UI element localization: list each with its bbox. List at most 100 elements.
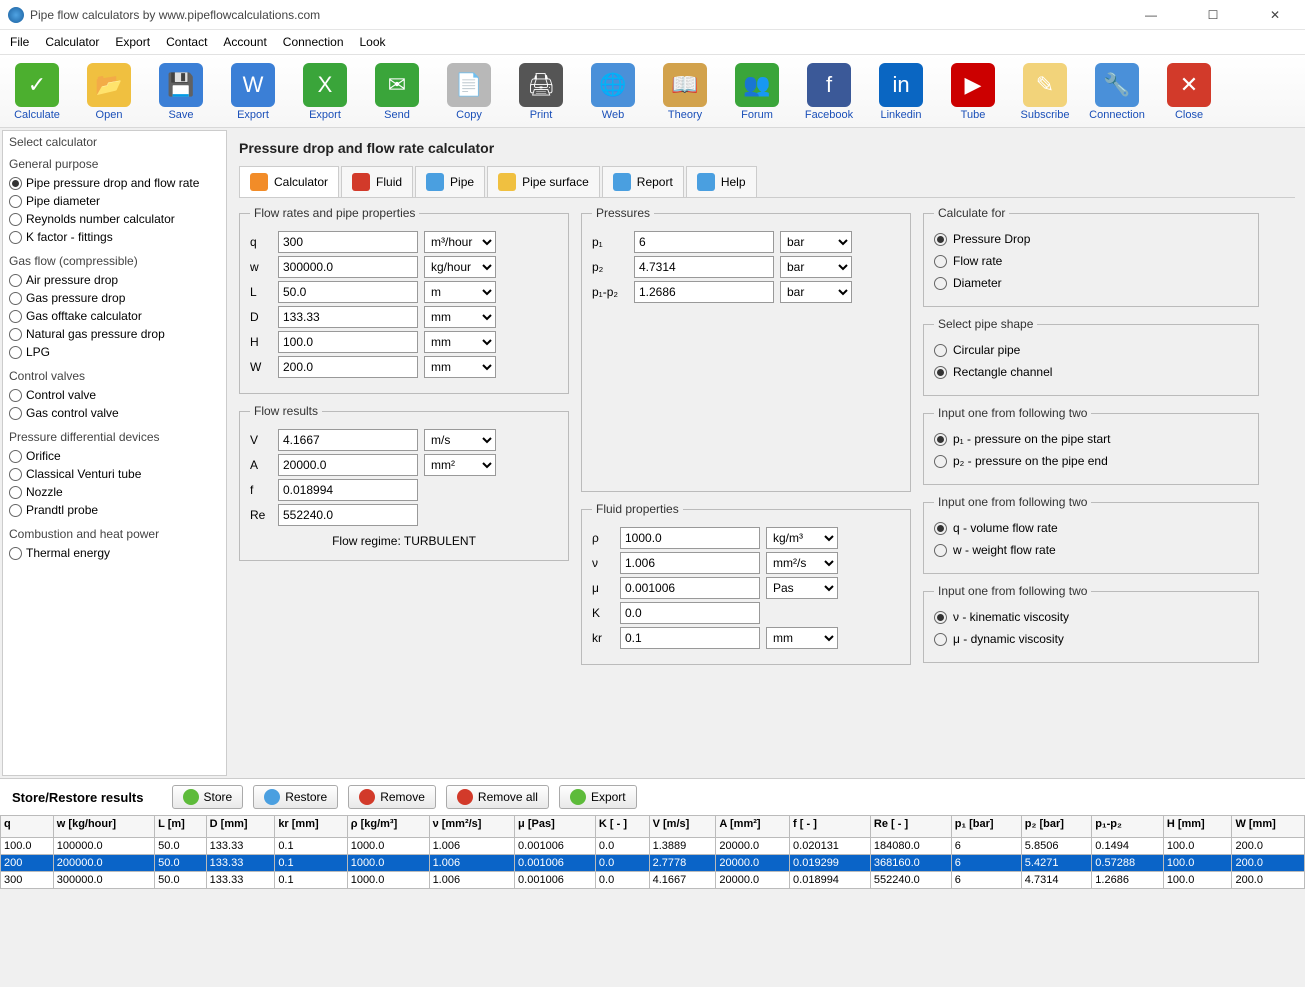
col-header[interactable]: Re [ - ] [870,816,951,838]
option[interactable]: Diameter [934,272,1248,294]
col-header[interactable]: p₁-p₂ [1092,816,1164,838]
menu-item-export[interactable]: Export [109,32,156,52]
K-input[interactable] [620,602,760,624]
table-row[interactable]: 100.0100000.050.0133.330.11000.01.0060.0… [1,838,1305,855]
tool-export[interactable]: XExport [296,63,354,121]
tab-pipe[interactable]: Pipe [415,166,485,197]
A-unit[interactable]: mm² [424,454,496,476]
btn-remove-all[interactable]: Remove all [446,785,549,809]
D-unit[interactable]: mm [424,306,496,328]
tool-subscribe[interactable]: ✎Subscribe [1016,63,1074,121]
W-input[interactable] [278,356,418,378]
maximize-button[interactable]: ☐ [1191,1,1235,29]
col-header[interactable]: kr [mm] [275,816,347,838]
col-header[interactable]: ρ [kg/m³] [347,816,429,838]
tool-copy[interactable]: 📄Copy [440,63,498,121]
col-header[interactable]: H [mm] [1163,816,1232,838]
tool-tube[interactable]: ▶Tube [944,63,1002,121]
col-header[interactable]: w [kg/hour] [53,816,154,838]
sidebar-item[interactable]: Gas control valve [9,404,220,422]
tool-send[interactable]: ✉Send [368,63,426,121]
menu-item-look[interactable]: Look [354,32,392,52]
option[interactable]: Flow rate [934,250,1248,272]
tool-open[interactable]: 📂Open [80,63,138,121]
sidebar-item[interactable]: Reynolds number calculator [9,210,220,228]
p1-unit[interactable]: bar [780,231,852,253]
option[interactable]: w - weight flow rate [934,539,1248,561]
option[interactable]: ν - kinematic viscosity [934,606,1248,628]
col-header[interactable]: μ [Pas] [515,816,596,838]
col-header[interactable]: A [mm²] [716,816,790,838]
p2-unit[interactable]: bar [780,256,852,278]
option[interactable]: q - volume flow rate [934,517,1248,539]
H-input[interactable] [278,331,418,353]
tool-linkedin[interactable]: inLinkedin [872,63,930,121]
mu-input[interactable] [620,577,760,599]
col-header[interactable]: K [ - ] [595,816,649,838]
L-input[interactable] [278,281,418,303]
col-header[interactable]: p₂ [bar] [1021,816,1092,838]
H-unit[interactable]: mm [424,331,496,353]
dp-input[interactable] [634,281,774,303]
btn-export[interactable]: Export [559,785,637,809]
w-unit[interactable]: kg/hour [424,256,496,278]
sidebar-item[interactable]: Pipe diameter [9,192,220,210]
tool-forum[interactable]: 👥Forum [728,63,786,121]
tool-print[interactable]: 🖨Print [512,63,570,121]
D-input[interactable] [278,306,418,328]
tool-facebook[interactable]: fFacebook [800,63,858,121]
tool-export[interactable]: WExport [224,63,282,121]
V-unit[interactable]: m/s [424,429,496,451]
p2-input[interactable] [634,256,774,278]
btn-remove[interactable]: Remove [348,785,436,809]
q-unit[interactable]: m³/hour [424,231,496,253]
nu-unit[interactable]: mm²/s [766,552,838,574]
V-input[interactable] [278,429,418,451]
tab-calculator[interactable]: Calculator [239,166,339,197]
rho-input[interactable] [620,527,760,549]
p1-input[interactable] [634,231,774,253]
tool-save[interactable]: 💾Save [152,63,210,121]
tab-report[interactable]: Report [602,166,684,197]
mu-unit[interactable]: Pas [766,577,838,599]
Re-input[interactable] [278,504,418,526]
option[interactable]: Pressure Drop [934,228,1248,250]
sidebar-item[interactable]: LPG [9,343,220,361]
sidebar-item[interactable]: Prandtl probe [9,501,220,519]
menu-item-account[interactable]: Account [217,32,272,52]
tool-theory[interactable]: 📖Theory [656,63,714,121]
sidebar-item[interactable]: Classical Venturi tube [9,465,220,483]
col-header[interactable]: L [m] [155,816,207,838]
nu-input[interactable] [620,552,760,574]
col-header[interactable]: f [ - ] [790,816,871,838]
col-header[interactable]: q [1,816,54,838]
q-input[interactable] [278,231,418,253]
sidebar-item[interactable]: Thermal energy [9,544,220,562]
table-row[interactable]: 300300000.050.0133.330.11000.01.0060.001… [1,872,1305,889]
tab-help[interactable]: Help [686,166,757,197]
kr-input[interactable] [620,627,760,649]
tool-calculate[interactable]: ✓Calculate [8,63,66,121]
rho-unit[interactable]: kg/m³ [766,527,838,549]
sidebar-item[interactable]: K factor - fittings [9,228,220,246]
col-header[interactable]: ν [mm²/s] [429,816,514,838]
close-button[interactable]: ✕ [1253,1,1297,29]
option[interactable]: μ - dynamic viscosity [934,628,1248,650]
col-header[interactable]: W [mm] [1232,816,1305,838]
w-input[interactable] [278,256,418,278]
A-input[interactable] [278,454,418,476]
btn-store[interactable]: Store [172,785,244,809]
sidebar-item[interactable]: Gas pressure drop [9,289,220,307]
sidebar-item[interactable]: Gas offtake calculator [9,307,220,325]
sidebar-item[interactable]: Air pressure drop [9,271,220,289]
col-header[interactable]: V [m/s] [649,816,716,838]
option[interactable]: p₂ - pressure on the pipe end [934,450,1248,472]
menu-item-contact[interactable]: Contact [160,32,213,52]
option[interactable]: p₁ - pressure on the pipe start [934,428,1248,450]
col-header[interactable]: p₁ [bar] [951,816,1021,838]
sidebar-item[interactable]: Natural gas pressure drop [9,325,220,343]
sidebar-item[interactable]: Nozzle [9,483,220,501]
sidebar-item[interactable]: Control valve [9,386,220,404]
sidebar-item[interactable]: Orifice [9,447,220,465]
f-input[interactable] [278,479,418,501]
